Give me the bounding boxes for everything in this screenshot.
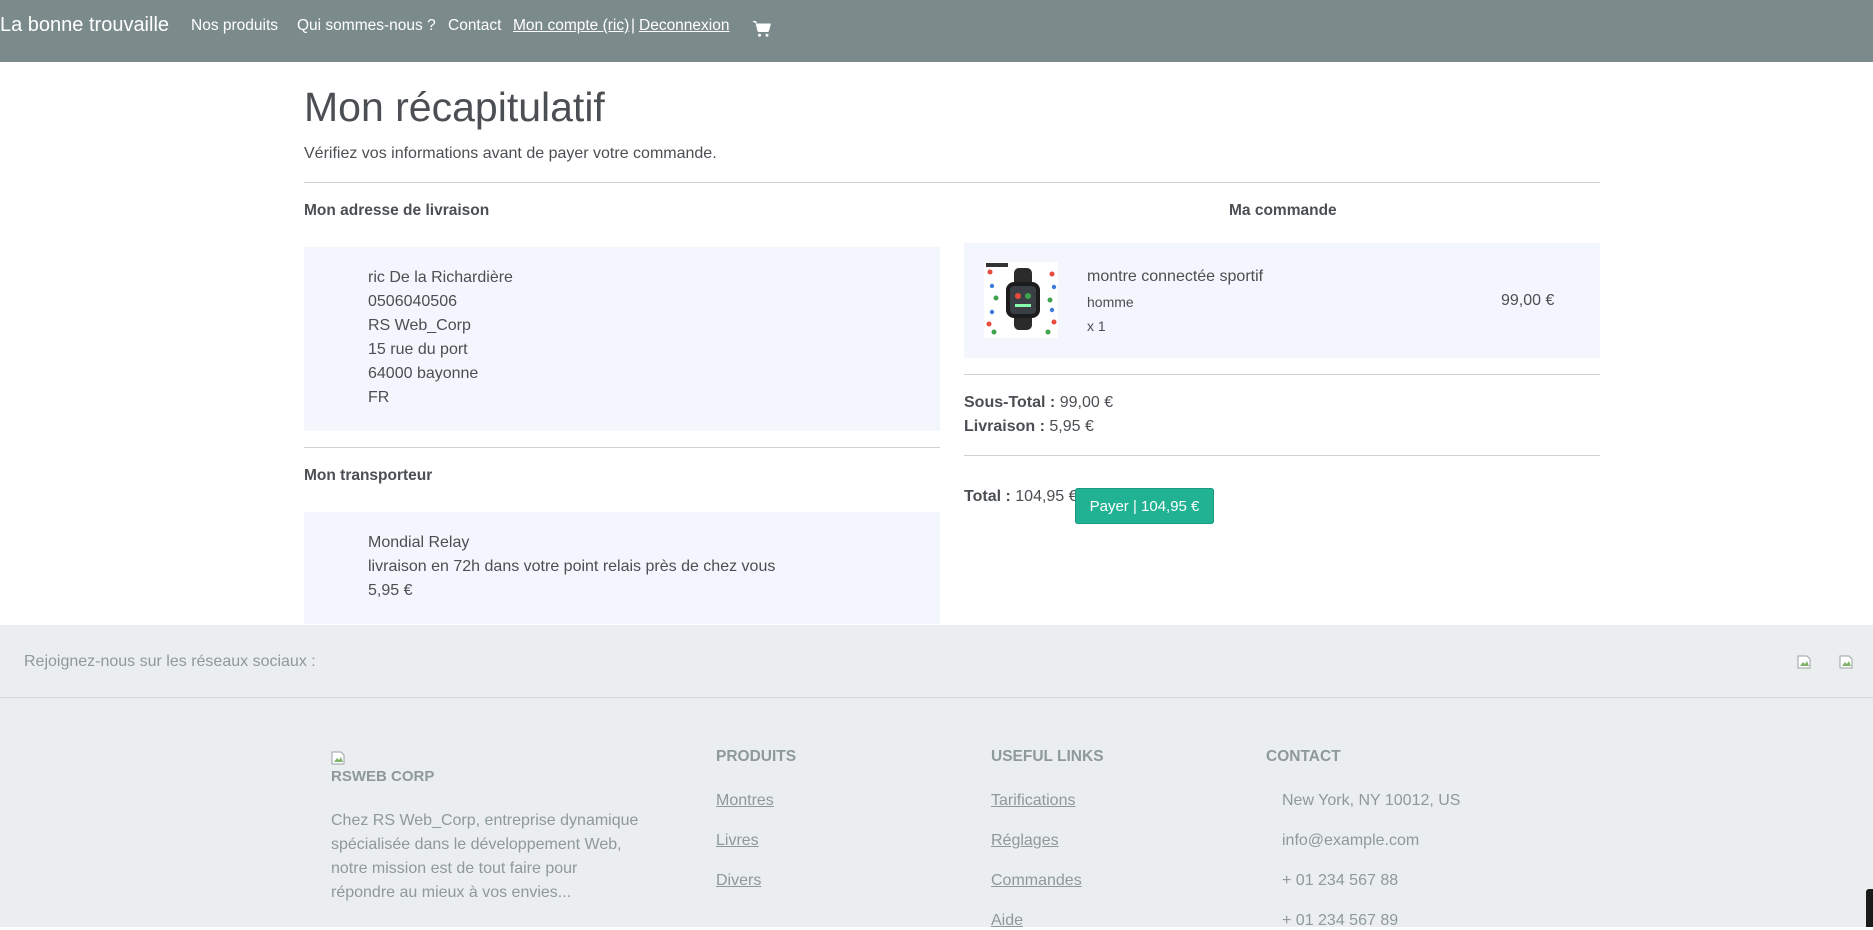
- carrier-heading: Mon transporteur: [304, 467, 433, 484]
- address-line: 64000 bayonne: [368, 365, 479, 382]
- cart-icon[interactable]: [752, 19, 772, 39]
- total-label: Total :: [964, 488, 1011, 505]
- page-subtitle: Vérifiez vos informations avant de payer…: [304, 145, 717, 162]
- carrier-name: Mondial Relay: [368, 534, 470, 551]
- company-description: spécialisée dans le développement Web,: [331, 836, 622, 853]
- title-divider: [304, 182, 1600, 183]
- address-divider: [304, 447, 940, 448]
- carrier-box: Mondial Relay livraison en 72h dans votr…: [304, 512, 940, 624]
- subtotal-value: 99,00 €: [1059, 394, 1114, 411]
- scrollbar-handle[interactable]: [1866, 889, 1873, 927]
- contact-email: info@example.com: [1282, 832, 1420, 849]
- footer-link-livres[interactable]: Livres: [716, 832, 759, 850]
- address-heading: Mon adresse de livraison: [304, 202, 490, 219]
- social-text: Rejoignez-nous sur les réseaux sociaux :: [24, 653, 316, 670]
- shipping-value: 5,95 €: [1049, 418, 1094, 435]
- navbar: La bonne trouvaille Nos produits Qui som…: [0, 0, 1873, 62]
- footer-link-tarifications[interactable]: Tarifications: [991, 792, 1075, 810]
- footer-link-aide[interactable]: Aide: [991, 912, 1023, 930]
- contact-phone: + 01 234 567 88: [1282, 872, 1399, 889]
- shipping-label: Livraison :: [964, 418, 1045, 435]
- carrier-description: livraison en 72h dans votre point relais…: [368, 558, 776, 575]
- pay-button[interactable]: Payer | 104,95 €: [1075, 488, 1214, 524]
- address-line: 0506040506: [368, 293, 457, 310]
- social-icon[interactable]: [1797, 655, 1811, 669]
- product-name: montre connectée sportif: [1087, 268, 1264, 285]
- footer-link-commandes[interactable]: Commandes: [991, 872, 1082, 890]
- products-heading: PRODUITS: [716, 748, 797, 765]
- company-description: répondre au mieux à vos envies...: [331, 884, 572, 901]
- total: Total : 104,95 €: [964, 488, 1078, 506]
- footer-link-reglages[interactable]: Réglages: [991, 832, 1059, 850]
- company-name: RSWEB CORP: [331, 768, 435, 785]
- company-description: Chez RS Web_Corp, entreprise dynamique: [331, 812, 639, 829]
- nav-link-contact[interactable]: Contact: [448, 17, 501, 35]
- footer-social-bar: Rejoignez-nous sur les réseaux sociaux :: [0, 625, 1873, 698]
- total-divider: [964, 455, 1600, 456]
- contact-address: New York, NY 10012, US: [1282, 792, 1461, 809]
- address-box: ric De la Richardière 0506040506 RS Web_…: [304, 247, 940, 431]
- product-image: [984, 262, 1058, 338]
- company-logo: [331, 751, 345, 765]
- nav-separator: |: [631, 17, 636, 34]
- product-category: homme: [1087, 294, 1134, 310]
- carrier-price: 5,95 €: [368, 582, 413, 599]
- contact-heading: CONTACT: [1266, 748, 1341, 765]
- footer-link-divers[interactable]: Divers: [716, 872, 761, 890]
- footer-link-montres[interactable]: Montres: [716, 792, 774, 810]
- shipping: Livraison : 5,95 €: [964, 418, 1094, 436]
- address-line: ric De la Richardière: [368, 269, 513, 286]
- contact-phone: + 01 234 567 89: [1282, 912, 1399, 929]
- subtotal-label: Sous-Total :: [964, 394, 1056, 411]
- address-line: 15 rue du port: [368, 341, 468, 358]
- subtotal: Sous-Total : 99,00 €: [964, 394, 1113, 412]
- order-divider: [964, 374, 1600, 375]
- nav-link-logout[interactable]: Deconnexion: [639, 17, 729, 35]
- brand-link[interactable]: La bonne trouvaille: [0, 14, 169, 37]
- page-title: Mon récapitulatif: [304, 84, 605, 130]
- links-heading: USEFUL LINKS: [991, 748, 1104, 765]
- address-line: FR: [368, 389, 390, 406]
- nav-link-account[interactable]: Mon compte (ric): [513, 17, 629, 35]
- nav-link-products[interactable]: Nos produits: [191, 17, 278, 35]
- total-value: 104,95 €: [1015, 488, 1078, 505]
- company-description: notre mission est de tout faire pour: [331, 860, 578, 877]
- footer: RSWEB CORP Chez RS Web_Corp, entreprise …: [0, 698, 1873, 930]
- nav-link-about[interactable]: Qui sommes-nous ?: [297, 17, 436, 35]
- product-price: 99,00 €: [1501, 292, 1555, 309]
- address-line: RS Web_Corp: [368, 317, 471, 334]
- social-icon[interactable]: [1839, 655, 1853, 669]
- order-heading: Ma commande: [1229, 202, 1337, 219]
- product-quantity: x 1: [1087, 318, 1106, 334]
